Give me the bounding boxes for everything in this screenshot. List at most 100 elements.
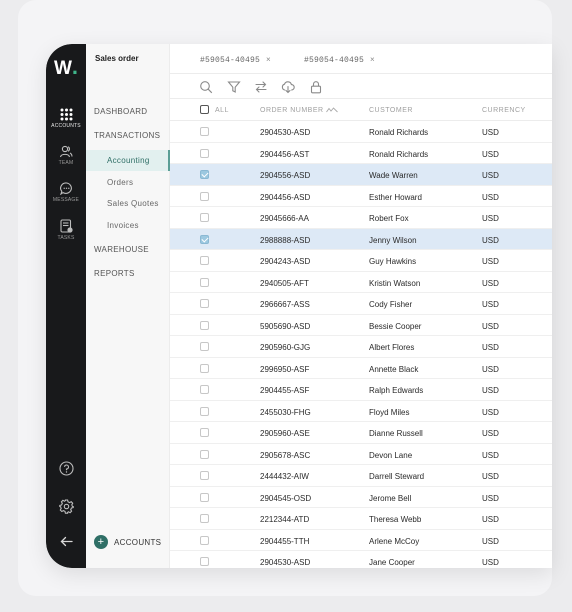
sidebar-item-orders[interactable]: Orders [86, 178, 170, 187]
table-row[interactable]: 2904456-ASD Esther Howard USD [170, 186, 552, 207]
tab-label: #59054-40495 [304, 56, 365, 65]
table-toolbar [170, 75, 552, 99]
sidebar-item-sales-quotes[interactable]: Sales Quotes [86, 199, 170, 208]
currency-cell: USD [482, 364, 499, 374]
order-number-cell: 2904455-TTH [260, 536, 310, 546]
row-checkbox[interactable] [200, 363, 209, 373]
table-row[interactable]: 2904456-AST Ronald Richards USD [170, 143, 552, 164]
header-currency[interactable]: CURRENCY [482, 107, 526, 114]
cloud-download-icon[interactable] [281, 80, 295, 94]
currency-cell: USD [482, 493, 499, 503]
customer-cell: Jane Cooper [369, 558, 415, 567]
table-row[interactable]: 2988888-ASD Jenny Wilson USD [170, 228, 552, 250]
rail-item-tasks[interactable]: TASKS [46, 219, 86, 241]
currency-cell: USD [482, 386, 499, 395]
order-number-cell: 29045666-AA [260, 214, 309, 223]
currency-cell: USD [482, 149, 499, 159]
grid-icon [60, 108, 72, 121]
table-row[interactable]: 2996950-ASF Annette Black USD [170, 358, 552, 379]
row-checkbox[interactable] [200, 127, 209, 136]
rail-item-message[interactable]: MESSAGE [46, 182, 86, 203]
sidebar-item-accounting[interactable]: Accounting [86, 150, 170, 171]
table-row[interactable]: 29045666-AA Robert Fox USD [170, 207, 552, 229]
tab-label: #59054-40495 [200, 56, 261, 65]
row-checkbox[interactable] [200, 148, 209, 158]
header-customer[interactable]: CUSTOMER [369, 107, 413, 114]
table-row[interactable]: 2904545-OSD Jerome Bell USD [170, 487, 552, 508]
search-icon[interactable] [199, 80, 213, 94]
sidebar-item-warehouse[interactable]: WAREHOUSE [86, 245, 170, 254]
rail-item-accounts[interactable]: ACCOUNTS [46, 108, 86, 129]
order-number-cell: 2996950-ASF [260, 364, 310, 374]
lock-icon[interactable] [309, 80, 323, 94]
row-checkbox[interactable] [200, 320, 209, 330]
table-row[interactable]: 2904455-ASF Ralph Edwards USD [170, 379, 552, 401]
table-row[interactable]: 2455030-FHG Floyd Miles USD [170, 401, 552, 422]
row-checkbox[interactable] [200, 299, 209, 308]
back-button[interactable] [46, 536, 86, 547]
help-button[interactable] [46, 461, 86, 476]
close-tab-icon[interactable]: × [266, 55, 271, 64]
table-row[interactable]: 2966667-ASS Cody Fisher USD [170, 293, 552, 315]
table-row[interactable]: 2444432-AIW Darrell Steward USD [170, 465, 552, 487]
table-row[interactable]: 2904530-ASD Jane Cooper USD [170, 551, 552, 568]
row-checkbox[interactable] [200, 471, 209, 480]
rail-item-team[interactable]: TEAM [46, 145, 86, 166]
table-row[interactable]: 5905690-ASD Bessie Cooper USD [170, 315, 552, 336]
customer-cell: Wade Warren [369, 171, 418, 180]
table-row[interactable]: 2904556-ASD Wade Warren USD [170, 164, 552, 186]
sidebar-item-dashboard[interactable]: DASHBOARD [86, 107, 170, 116]
app-logo[interactable]: W. [46, 54, 86, 80]
add-account-label: ACCOUNTS [114, 537, 162, 547]
row-checkbox[interactable] [200, 256, 209, 265]
table-row[interactable]: 2212344-ATD Theresa Webb USD [170, 508, 552, 530]
currency-cell: USD [482, 450, 499, 460]
currency-cell: USD [482, 214, 499, 223]
header-order-number[interactable]: ORDER NUMBER [260, 107, 338, 114]
table-row[interactable]: 2905678-ASC Devon Lane USD [170, 444, 552, 465]
order-number-cell: 2988888-ASD [260, 235, 311, 245]
team-icon [59, 145, 73, 158]
table-row[interactable]: 2940505-AFT Kristin Watson USD [170, 272, 552, 293]
row-checkbox[interactable] [200, 428, 209, 437]
row-checkbox[interactable] [200, 213, 209, 222]
row-checkbox[interactable] [200, 492, 209, 502]
customer-cell: Dianne Russell [369, 429, 423, 438]
plus-icon: + [94, 535, 108, 549]
close-tab-icon[interactable]: × [370, 55, 375, 64]
table-row[interactable]: 2904455-TTH Arlene McCoy USD [170, 530, 552, 551]
row-checkbox[interactable] [200, 514, 209, 523]
table-row[interactable]: 2905960-GJG Albert Flores USD [170, 336, 552, 358]
swap-icon[interactable] [254, 80, 268, 94]
sidebar-item-reports[interactable]: REPORTS [86, 269, 170, 278]
sidebar-item-transactions[interactable]: TRANSACTIONS [86, 131, 170, 140]
settings-button[interactable] [46, 499, 86, 514]
sidebar-item-invoices[interactable]: Invoices [86, 221, 170, 230]
row-checkbox[interactable] [200, 535, 209, 545]
currency-cell: USD [482, 235, 499, 245]
row-checkbox[interactable] [200, 449, 209, 459]
currency-cell: USD [482, 257, 499, 266]
table-row[interactable]: 2905960-ASE Dianne Russell USD [170, 422, 552, 444]
icon-rail: W. ACCOUNTS TEAM MESSAGE TASKS [46, 44, 86, 568]
row-checkbox[interactable] [200, 170, 209, 179]
customer-cell: Arlene McCoy [369, 536, 420, 546]
table-row[interactable]: 2904530-ASD Ronald Richards USD [170, 121, 552, 143]
tab-order-1[interactable]: #59054-40495 × [200, 55, 271, 65]
row-checkbox[interactable] [200, 342, 209, 351]
tab-order-2[interactable]: #59054-40495 × [304, 55, 375, 65]
currency-cell: USD [482, 407, 499, 417]
filter-icon[interactable] [227, 80, 241, 94]
rail-label-message: MESSAGE [52, 197, 80, 203]
row-checkbox[interactable] [200, 234, 209, 244]
currency-cell: USD [482, 558, 499, 567]
row-checkbox[interactable] [200, 385, 209, 394]
row-checkbox[interactable] [200, 277, 209, 287]
select-all-checkbox[interactable] [200, 105, 209, 114]
row-checkbox[interactable] [200, 406, 209, 416]
add-account-button[interactable]: + ACCOUNTS [94, 535, 161, 549]
row-checkbox[interactable] [200, 191, 209, 201]
row-checkbox[interactable] [200, 557, 209, 566]
table-header: ALL ORDER NUMBER CUSTOMER CURRENCY [170, 99, 552, 121]
table-row[interactable]: 2904243-ASD Guy Hawkins USD [170, 250, 552, 272]
